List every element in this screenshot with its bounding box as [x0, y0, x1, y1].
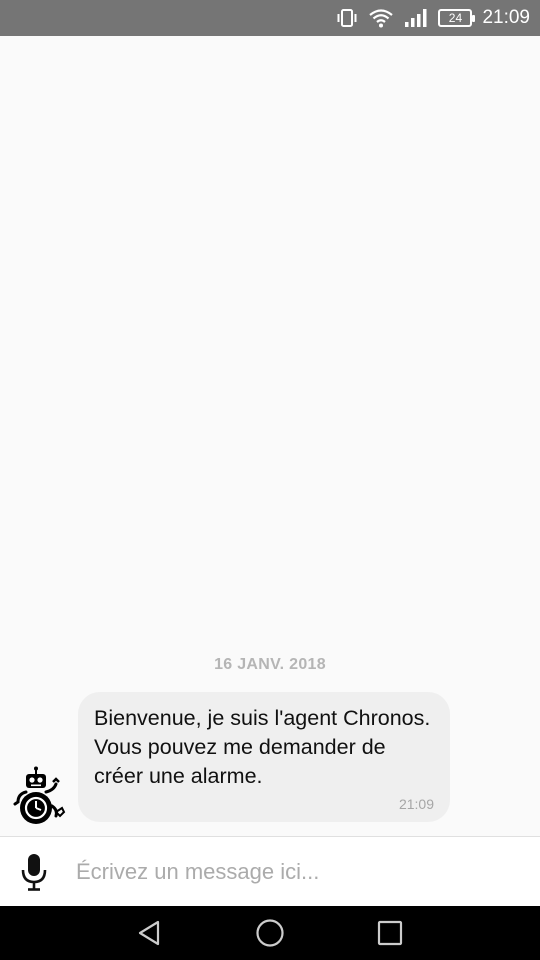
message-text: Bienvenue, je suis l'agent Chronos. Vous…: [94, 706, 431, 788]
recents-icon: [377, 920, 403, 946]
recents-button[interactable]: [330, 906, 450, 960]
message-composer: [0, 836, 540, 906]
wifi-icon: [368, 8, 394, 28]
battery-level: 24: [438, 9, 476, 27]
microphone-button[interactable]: [0, 837, 68, 907]
status-bar: 24 21:09: [0, 0, 540, 36]
conversation-area[interactable]: 16 JANV. 2018 Bienvenue, je suis l'agent…: [0, 36, 540, 836]
message-input[interactable]: [68, 841, 540, 902]
battery-icon: 24: [438, 9, 476, 27]
microphone-icon: [21, 853, 47, 891]
agent-message-bubble[interactable]: Bienvenue, je suis l'agent Chronos. Vous…: [78, 692, 450, 822]
robot-avatar-icon[interactable]: [12, 766, 68, 826]
home-button[interactable]: [210, 906, 330, 960]
date-separator: 16 JANV. 2018: [214, 656, 326, 673]
signal-icon: [404, 8, 428, 28]
navigation-bar: [0, 906, 540, 960]
home-icon: [256, 919, 284, 947]
back-button[interactable]: [90, 906, 210, 960]
message-time: 21:09: [398, 796, 434, 812]
status-time: 21:09: [482, 7, 530, 28]
vibrate-icon: [336, 8, 358, 28]
back-icon: [138, 920, 160, 946]
